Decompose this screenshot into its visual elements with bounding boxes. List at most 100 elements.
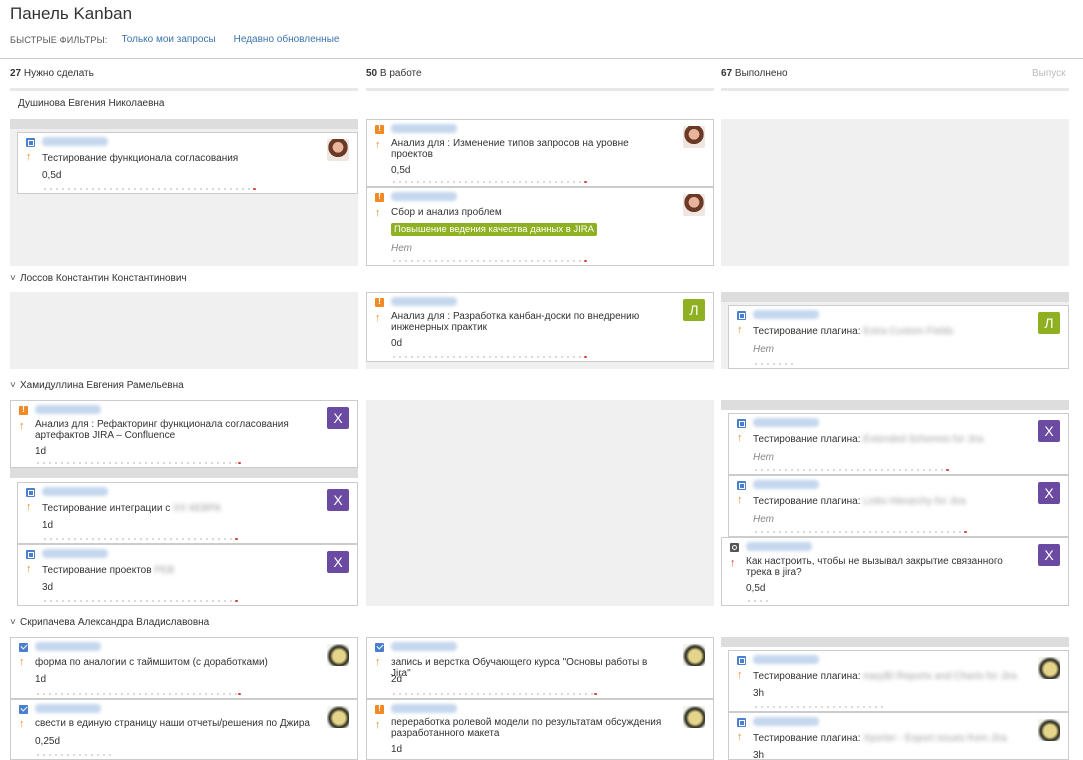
cell-bar bbox=[721, 400, 1069, 410]
assignee-avatar: Х bbox=[1038, 482, 1060, 504]
task-checkbox-icon bbox=[375, 643, 384, 652]
progress-dots bbox=[35, 754, 115, 756]
assignee-avatar bbox=[327, 706, 349, 728]
improvement-icon bbox=[375, 191, 384, 202]
issue-card[interactable]: ↑ Анализ для : Разработка канбан-доски п… bbox=[366, 292, 714, 362]
issue-summary: Тестирование плагина: Xporter - Export i… bbox=[753, 733, 1007, 744]
progress-dots bbox=[35, 462, 241, 464]
progress-dots bbox=[35, 693, 241, 695]
issue-card[interactable]: ↑ Анализ для : Изменение типов запросов … bbox=[366, 119, 714, 187]
progress-dots bbox=[391, 693, 597, 695]
page-title: Панель Kanban bbox=[10, 4, 133, 23]
progress-dots bbox=[391, 181, 587, 183]
progress-dots bbox=[753, 469, 949, 471]
column-bar bbox=[366, 88, 714, 91]
priority-arrow-up-icon: ↑ bbox=[737, 731, 743, 743]
progress-dots bbox=[753, 531, 967, 533]
swimlane-header[interactable]: ˅ Лоссов Константин Константинович bbox=[10, 273, 187, 284]
issue-summary: Тестирование проектов РЕВ bbox=[42, 565, 175, 576]
issue-key[interactable] bbox=[746, 542, 812, 551]
progress-dots bbox=[391, 260, 587, 262]
issue-card[interactable]: ↑ форма по аналогии с таймшитом (с дораб… bbox=[10, 637, 358, 699]
progress-dots bbox=[42, 600, 238, 602]
issue-key[interactable] bbox=[753, 310, 819, 319]
issue-key[interactable] bbox=[35, 642, 101, 651]
subtask-icon bbox=[737, 311, 746, 320]
issue-key[interactable] bbox=[42, 549, 108, 558]
issue-key[interactable] bbox=[753, 480, 819, 489]
priority-arrow-up-icon: ↑ bbox=[730, 557, 736, 569]
chevron-down-icon[interactable]: ˅ bbox=[10, 273, 20, 284]
improvement-icon bbox=[375, 296, 384, 307]
issue-card[interactable]: ↑ Тестирование плагина: easyBI Reports a… bbox=[728, 650, 1069, 712]
issue-card[interactable]: ↑ Тестирование плагина: Links Hierarchy … bbox=[728, 475, 1069, 537]
issue-key[interactable] bbox=[753, 717, 819, 726]
assignee-avatar: Х bbox=[1038, 420, 1060, 442]
issue-card[interactable]: ↑ Тестирование проектов РЕВ 3d Х bbox=[17, 544, 358, 606]
priority-arrow-up-icon: ↑ bbox=[19, 420, 25, 432]
issue-key[interactable] bbox=[753, 655, 819, 664]
cell-bar bbox=[721, 637, 1069, 647]
fix-version-none: Нет bbox=[753, 344, 775, 355]
subtask-icon bbox=[26, 488, 35, 497]
issue-card[interactable]: ↑ свести в единую страницу наши отчеты/р… bbox=[10, 699, 358, 760]
epic-label[interactable]: Повышение ведения качества данных в JIRA bbox=[391, 223, 597, 236]
issue-summary: Как настроить, чтобы не вызывал закрытие… bbox=[746, 556, 1003, 578]
issue-key[interactable] bbox=[42, 137, 108, 146]
assignee-avatar: Л bbox=[1038, 312, 1060, 334]
issue-key[interactable] bbox=[391, 124, 457, 133]
issue-key[interactable] bbox=[391, 704, 457, 713]
fix-version-none: Нет bbox=[753, 452, 775, 463]
issue-card[interactable]: ↑ Тестирование функционала согласования … bbox=[17, 132, 358, 194]
swimlane-header[interactable]: ˅ Скрипачева Александра Владиславовна bbox=[10, 617, 209, 628]
issue-card[interactable]: ↑ запись и верстка Обучающего курса "Осн… bbox=[366, 637, 714, 699]
issue-card[interactable]: ↑ Как настроить, чтобы не вызывал закрыт… bbox=[721, 537, 1069, 606]
issue-card[interactable]: ↑ Тестирование плагина: Xporter - Export… bbox=[728, 712, 1069, 760]
priority-arrow-up-icon: ↑ bbox=[26, 151, 32, 163]
issue-card[interactable]: ↑ переработка ролевой модели по результа… bbox=[366, 699, 714, 760]
assignee-avatar bbox=[1038, 719, 1060, 741]
swimlane-name: Лоссов Константин Константинович bbox=[20, 273, 187, 284]
subtask-icon bbox=[26, 138, 35, 147]
issue-estimate: 1d bbox=[35, 446, 47, 457]
issue-card[interactable]: ↑ Тестирование плагина: Extra Custom Fie… bbox=[728, 305, 1069, 369]
issue-key[interactable] bbox=[35, 704, 101, 713]
chevron-down-icon[interactable]: ˅ bbox=[10, 380, 20, 391]
issue-key[interactable] bbox=[35, 405, 101, 414]
issue-key[interactable] bbox=[391, 192, 457, 201]
priority-arrow-up-icon: ↑ bbox=[737, 324, 743, 336]
release-button[interactable]: Выпуск bbox=[1032, 68, 1066, 79]
issue-summary: Тестирование функционала согласования bbox=[42, 153, 239, 164]
issue-card[interactable]: ↑ Анализ для : Рефакторинг функционала с… bbox=[10, 400, 358, 468]
issue-key[interactable] bbox=[753, 418, 819, 427]
issue-card[interactable]: ↑ Тестирование интеграции с XX КЕВРА 1d … bbox=[17, 482, 358, 544]
issue-estimate: 0,5d bbox=[746, 583, 766, 594]
issue-summary: Тестирование плагина: easyBI Reports and… bbox=[753, 671, 1017, 682]
progress-dots bbox=[42, 538, 238, 540]
swimlane-header[interactable]: ˅ Хамидуллина Евгения Рамельевна bbox=[10, 380, 184, 391]
swimlane-header[interactable]: Душинова Евгения Николаевна bbox=[18, 98, 165, 109]
quick-filter-my-issues[interactable]: Только мои запросы bbox=[121, 34, 215, 45]
column-name: В работе bbox=[379, 68, 422, 79]
issue-summary: Тестирование плагина: Extra Custom Field… bbox=[753, 326, 954, 337]
fix-version-none: Нет bbox=[753, 514, 775, 525]
issue-key[interactable] bbox=[42, 487, 108, 496]
column-count: 27 bbox=[10, 68, 22, 79]
priority-arrow-up-icon: ↑ bbox=[375, 656, 381, 668]
quick-filter-recently-updated[interactable]: Недавно обновленные bbox=[234, 34, 340, 45]
priority-arrow-up-icon: ↑ bbox=[375, 207, 381, 219]
column-name: Выполнено bbox=[734, 68, 788, 79]
issue-key[interactable] bbox=[391, 297, 457, 306]
progress-dots bbox=[753, 706, 885, 708]
assignee-avatar: Х bbox=[327, 551, 349, 573]
issue-card[interactable]: ↑ Тестирование плагина: Extended Schemes… bbox=[728, 413, 1069, 475]
assignee-avatar bbox=[1038, 657, 1060, 679]
progress-dots bbox=[391, 356, 587, 358]
issue-card[interactable]: ↑ Сбор и анализ проблем Повышение ведени… bbox=[366, 187, 714, 266]
column-cell bbox=[10, 292, 358, 369]
issue-key[interactable] bbox=[391, 642, 457, 651]
assignee-avatar: Х bbox=[327, 489, 349, 511]
chevron-down-icon[interactable]: ˅ bbox=[10, 617, 20, 628]
subtask-icon bbox=[737, 419, 746, 428]
improvement-icon bbox=[375, 123, 384, 134]
